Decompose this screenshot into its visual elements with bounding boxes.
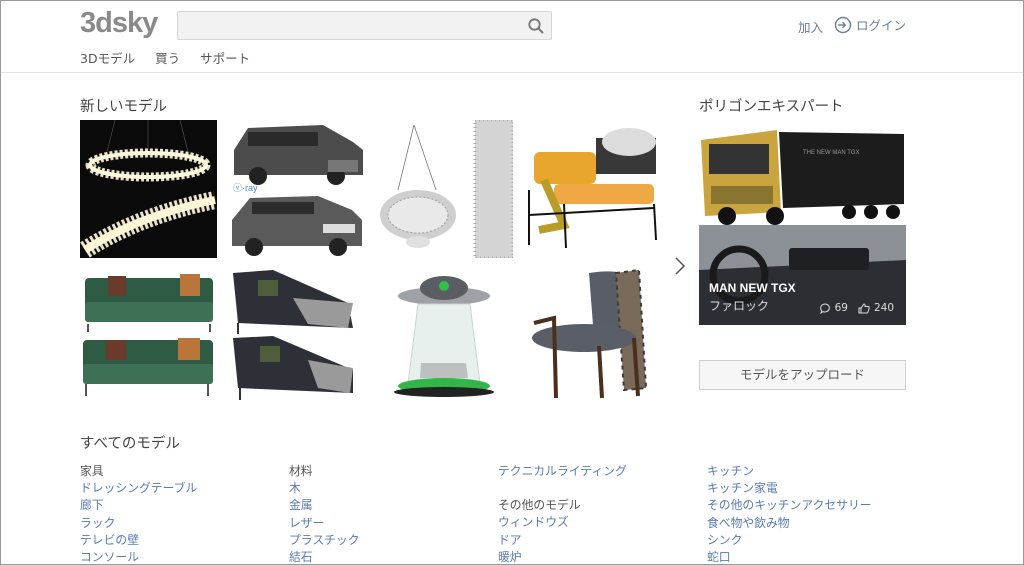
expert-author: ファロック [709, 299, 770, 313]
all-models-title: すべてのモデル [80, 436, 180, 452]
armchair-image [524, 120, 661, 258]
model-tile-lounge-chair[interactable] [524, 268, 661, 406]
search-bar [177, 11, 552, 40]
join-link[interactable]: 加入 [798, 17, 823, 36]
login-link[interactable]: ログイン [834, 15, 906, 34]
category-link[interactable]: ウィンドウズ [498, 514, 627, 531]
category-link[interactable]: レザー [289, 515, 360, 532]
new-models-grid: ⓥ·ray [80, 120, 670, 406]
category-column-materials: 材料 木 金属 レザー プラスチック 結石 [289, 463, 360, 565]
chaise-image [228, 268, 365, 406]
category-link[interactable]: 木 [289, 480, 360, 497]
comment-count: 69 [834, 302, 848, 314]
category-heading: 材料 [289, 464, 313, 478]
nav-buy[interactable]: 買う [155, 48, 180, 67]
site-header: 3dsky 3Dモデル 買う サポート 加入 ログイン [1, 1, 1023, 73]
chandelier-image [80, 120, 217, 258]
nav-3d-models[interactable]: 3Dモデル [80, 48, 135, 67]
model-tile-hanging-plant[interactable] [376, 120, 513, 258]
experts-title: ポリゴンエキスパート [699, 99, 844, 115]
category-link[interactable]: テクニカルライティング [498, 463, 627, 480]
search-icon[interactable] [527, 17, 545, 35]
category-column-furniture: 家具 ドレッシングテーブル 廊下 ラック テレビの壁 コンソール [80, 463, 197, 565]
category-link[interactable]: 蛇口 [707, 549, 872, 565]
category-link[interactable]: 食べ物や飲み物 [707, 515, 872, 532]
category-link[interactable]: コンソール [80, 549, 197, 565]
category-link[interactable]: 廊下 [80, 497, 197, 514]
category-heading: 家具 [80, 464, 104, 478]
hanging-plant-image [376, 120, 513, 258]
expert-stats: 69 240 [819, 302, 894, 314]
site-logo[interactable]: 3dsky [80, 7, 158, 40]
new-models-title: 新しいモデル [80, 99, 167, 115]
like-count: 240 [873, 302, 894, 314]
model-tile-armchair[interactable] [524, 120, 661, 258]
expert-model-name: MAN NEW TGX [709, 281, 796, 295]
category-link[interactable]: シンク [707, 532, 872, 549]
lounge-chair-image [524, 268, 661, 406]
svg-text:THE NEW MAN TGX: THE NEW MAN TGX [803, 150, 860, 156]
login-icon [834, 16, 852, 33]
model-tile-sofa[interactable] [80, 268, 217, 406]
category-link[interactable]: ドア [498, 532, 627, 549]
car-image: ⓥ·ray [228, 120, 365, 258]
main-nav: 3Dモデル 買う サポート [80, 48, 250, 67]
carousel-next-icon[interactable] [673, 255, 687, 277]
category-heading: その他のモデル [498, 498, 581, 513]
like-icon [858, 302, 870, 313]
sofa-image [80, 268, 217, 406]
expert-model-card[interactable]: THE NEW MAN TGX MAN NEW TGX ファロック 69 240 [699, 120, 906, 325]
login-label: ログイン [856, 18, 907, 33]
category-link[interactable]: 結石 [289, 549, 360, 565]
category-link[interactable]: プラスチック [289, 532, 360, 549]
model-tile-chaise[interactable] [228, 268, 365, 406]
svg-text:ⓥ·ray: ⓥ·ray [233, 183, 258, 193]
category-column-kitchen: キッチン キッチン家電 その他のキッチンアクセサリー 食べ物や飲み物 シンク 蛇… [707, 463, 872, 565]
model-tile-car[interactable]: ⓥ·ray [228, 120, 365, 258]
model-tile-ufo[interactable] [376, 268, 513, 406]
upload-model-button[interactable]: モデルをアップロード [699, 360, 906, 390]
category-link[interactable]: キッチン家電 [707, 480, 872, 497]
category-link[interactable]: ラック [80, 515, 197, 532]
ufo-image [376, 268, 513, 406]
category-link[interactable]: テレビの壁 [80, 532, 197, 549]
category-link[interactable]: その他のキッチンアクセサリー [707, 497, 872, 514]
category-link[interactable]: 金属 [289, 497, 360, 514]
category-spacer [498, 480, 627, 497]
category-link[interactable]: ドレッシングテーブル [80, 480, 197, 497]
model-tile-chandelier[interactable] [80, 120, 217, 258]
category-column-lighting-other: テクニカルライティング その他のモデル ウィンドウズ ドア 暖炉 [498, 463, 627, 565]
nav-support[interactable]: サポート [200, 48, 250, 67]
search-input[interactable] [178, 12, 508, 39]
category-link[interactable]: キッチン [707, 463, 872, 480]
comment-icon [819, 303, 830, 314]
category-link[interactable]: 暖炉 [498, 549, 627, 565]
